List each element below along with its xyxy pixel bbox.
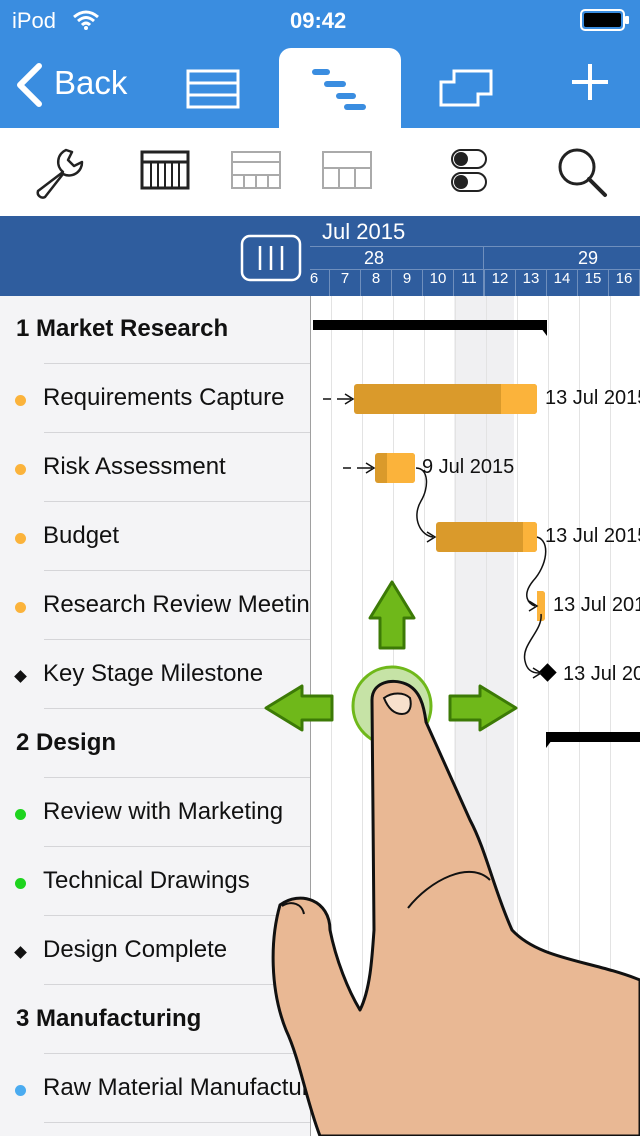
day-label: 11 [461, 270, 477, 287]
day-label: 12 [491, 270, 509, 287]
status-dot-icon [15, 464, 26, 475]
arrow-right-icon [448, 684, 518, 732]
task-name: Budget [43, 522, 120, 549]
carrier-label: iPod [12, 8, 57, 33]
table-view-icon[interactable] [186, 69, 240, 109]
back-label: Back [54, 64, 128, 101]
arrow-up-icon [368, 580, 416, 650]
task-row[interactable]: Requirements Capture [0, 365, 310, 433]
row-separator [44, 501, 310, 502]
wifi-icon [73, 10, 99, 30]
column-picker-icon[interactable] [240, 234, 302, 282]
week-label: 28 [364, 248, 385, 268]
task-list-header [0, 216, 310, 296]
clock: 09:42 [290, 8, 347, 33]
day-label: 7 [340, 270, 350, 287]
status-dot-icon [15, 533, 26, 544]
columns-bold-icon[interactable] [140, 150, 190, 190]
day-label: 9 [402, 270, 412, 287]
navigation-bar: iPod 09:42 Back [0, 0, 640, 128]
status-dot-icon [15, 395, 26, 406]
battery-icon [580, 9, 629, 31]
day-label: 13 [522, 270, 540, 287]
day-label: 14 [553, 270, 571, 287]
toolbar [0, 128, 640, 217]
row-separator [44, 432, 310, 433]
day-label: 6 [309, 270, 319, 287]
columns-light-icon[interactable] [230, 150, 282, 190]
day-label: 15 [584, 270, 602, 287]
tab-gantt-view[interactable] [279, 48, 401, 128]
row-separator [44, 363, 310, 364]
wrench-icon[interactable] [30, 144, 86, 200]
week-label: 29 [578, 248, 599, 268]
hand-icon [271, 679, 640, 1136]
task-name: Requirements Capture [43, 384, 285, 411]
columns-grid-icon[interactable] [321, 150, 373, 190]
group-row[interactable]: 1 Market Research [0, 296, 310, 364]
search-icon[interactable] [556, 146, 608, 198]
add-icon[interactable] [570, 62, 610, 102]
chevron-left-icon [17, 63, 42, 107]
day-label: 16 [615, 270, 633, 287]
pan-gesture-overlay [264, 580, 640, 1136]
task-row[interactable]: Risk Assessment [0, 434, 310, 502]
task-name: Risk Assessment [43, 453, 226, 480]
toggles-icon[interactable] [450, 148, 488, 194]
task-name: 1 Market Research [16, 315, 229, 342]
network-view-icon[interactable] [438, 68, 494, 108]
day-label: 8 [371, 270, 381, 287]
month-label: Jul 2015 [322, 219, 406, 244]
arrow-left-icon [264, 684, 334, 732]
day-label: 10 [429, 270, 447, 287]
gantt-view-icon [312, 69, 366, 110]
